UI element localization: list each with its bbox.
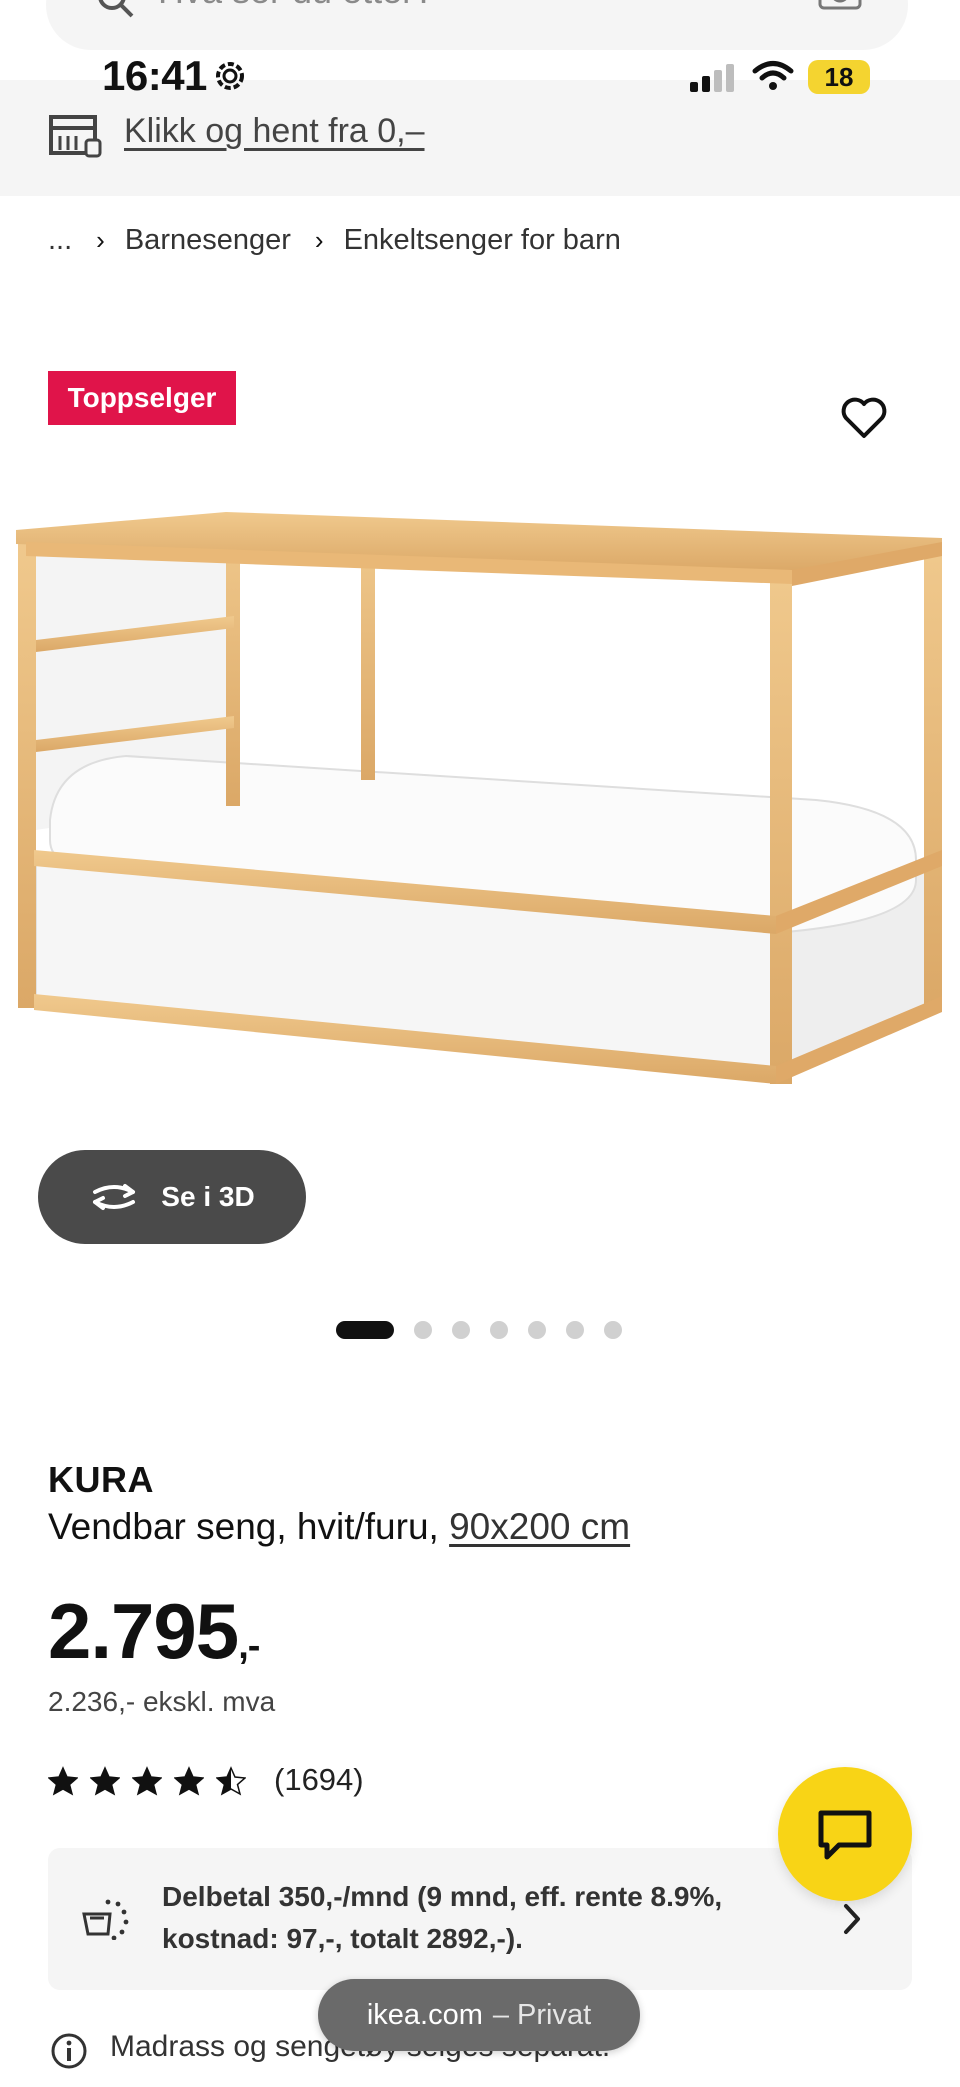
search-bar[interactable]: Hva ser du etter? [46,0,908,50]
battery-indicator: 18 [808,60,870,94]
breadcrumb-item-barnesenger[interactable]: Barnesenger [125,224,291,257]
carousel-indicator[interactable] [336,1321,622,1339]
chevron-right-icon[interactable] [840,1902,864,1936]
chat-icon [818,1810,872,1860]
status-time: 16:41 [102,52,207,99]
carousel-dot[interactable] [336,1321,394,1339]
click-and-collect-link[interactable]: Klikk og hent fra 0,– [124,112,425,151]
star-icon [132,1766,162,1796]
carousel-dot[interactable] [490,1321,508,1339]
view-3d-button[interactable]: Se i 3D [38,1150,306,1244]
carousel-dot[interactable] [528,1321,546,1339]
info-icon [51,2033,87,2069]
gear-icon [216,62,244,90]
browser-private-label: – Privat [492,1998,592,2031]
view-3d-label: Se i 3D [161,1181,255,1212]
star-icon [174,1766,204,1796]
carousel-dot[interactable] [566,1321,584,1339]
installment-text: Delbetal 350,-/mnd (9 mnd, eff. rente 8.… [162,1881,723,1954]
breadcrumb-item-enkeltsenger[interactable]: Enkeltsenger for barn [344,224,621,257]
wifi-icon [752,61,794,90]
product-name: KURA [48,1459,154,1500]
breadcrumb-ellipsis[interactable]: ... [48,224,72,257]
breadcrumb: ... › Barnesenger › Enkeltsenger for bar… [48,224,621,257]
product-price: 2.795,- [48,1586,260,1677]
star-icon [48,1766,78,1796]
price-main: 2.795 [48,1587,239,1675]
search-icon [98,0,134,18]
price-suffix: ,- [238,1625,260,1667]
camera-search-icon[interactable] [818,0,862,10]
rotate-3d-icon [93,1184,136,1210]
carousel-dot[interactable] [604,1321,622,1339]
carousel-dot[interactable] [452,1321,470,1339]
star-icon [216,1766,246,1796]
chevron-right-icon: › [314,225,324,255]
search-placeholder: Hva ser du etter? [158,0,434,12]
carousel-dot[interactable] [414,1321,432,1339]
cellular-signal-icon [690,64,734,92]
browser-address-pill[interactable]: ikea.com – Privat [318,1979,640,2051]
store-pickup-icon [49,115,102,158]
product-description: Vendbar seng, hvit/furu, 90x200 cm [48,1506,630,1548]
browser-domain: ikea.com [366,1998,483,2031]
product-type: Vendbar seng, hvit/furu, [48,1506,439,1547]
product-size-link[interactable]: 90x200 cm [449,1506,630,1547]
chevron-right-icon: › [96,225,105,255]
rating-count[interactable]: (1694) [274,1762,364,1798]
chat-button[interactable] [778,1767,912,1901]
rating-stars[interactable] [48,1766,246,1796]
top-seller-badge: Toppselger [48,371,236,425]
price-ex-vat: 2.236,- ekskl. mva [48,1686,276,1717]
product-image[interactable] [16,500,946,1120]
payment-icon [82,1899,129,1940]
heart-icon[interactable] [838,392,890,444]
star-icon [90,1766,120,1796]
